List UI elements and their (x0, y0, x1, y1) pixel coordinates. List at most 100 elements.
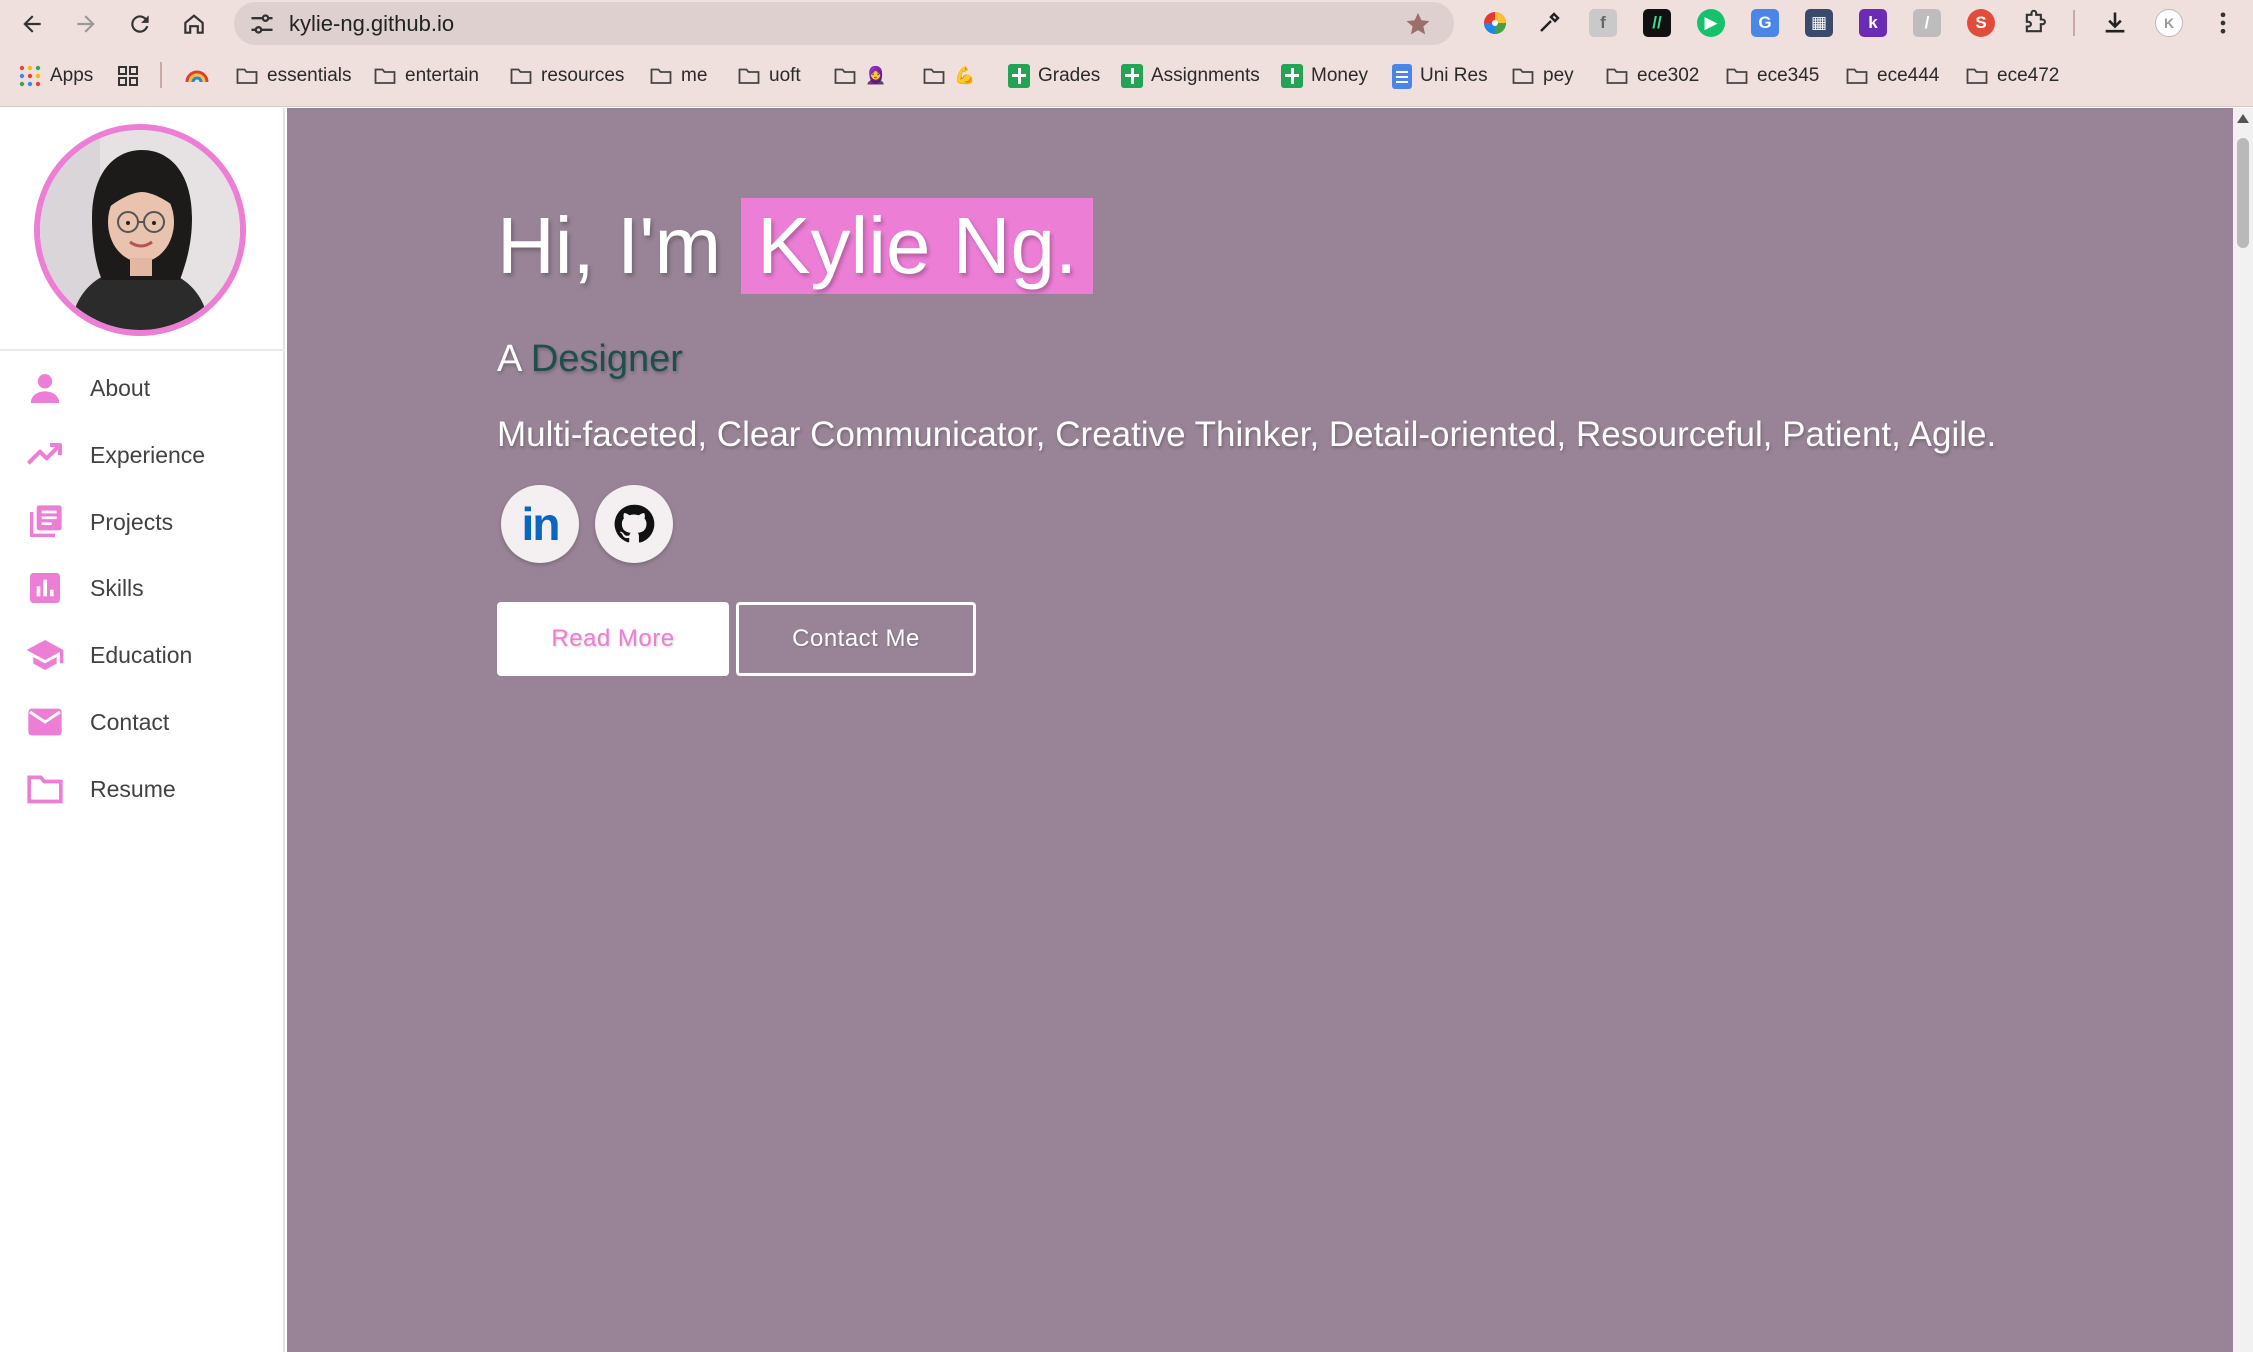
sidebar-item-resume[interactable]: Resume (0, 761, 283, 817)
linkedin-button[interactable]: in (501, 485, 579, 563)
bookmark-folder-ece444[interactable]: ece444 (1845, 61, 1939, 91)
scrollbar[interactable] (2233, 108, 2253, 1352)
menu-kebab-icon[interactable] (2209, 9, 2237, 37)
scroll-up-arrow-icon[interactable] (2237, 114, 2249, 123)
sidebar: About Experience Projects Skills Educati… (0, 108, 285, 1352)
graduation-cap-icon (24, 634, 66, 676)
color-wheel-extension-icon[interactable] (1481, 9, 1509, 37)
sidebar-item-experience[interactable]: Experience (0, 427, 283, 483)
sidebar-item-label: Experience (90, 441, 206, 468)
folder-icon (738, 68, 760, 84)
bookmark-rainbow[interactable] (185, 61, 209, 91)
toolbar-separator (2073, 10, 2075, 36)
bookmark-folder-essentials[interactable]: essentials (235, 61, 352, 91)
site-settings-icon[interactable] (248, 10, 276, 38)
bookmark-label: uoft (769, 65, 801, 86)
folder-icon (24, 768, 66, 810)
apps-grid-icon (19, 65, 41, 87)
bookmark-label: resources (541, 65, 625, 86)
folder-icon (1606, 68, 1628, 84)
profile-avatar-icon[interactable]: K (2155, 9, 2183, 37)
bookmark-separator (160, 62, 162, 88)
reload-icon[interactable] (122, 6, 158, 42)
bookmark-folder-person[interactable]: 🧕 (833, 61, 886, 91)
sidebar-item-label: About (90, 374, 151, 401)
bookmark-label: Apps (50, 65, 94, 86)
bookmark-label: 💪 (954, 66, 976, 85)
bookmark-folder-uoft[interactable]: uoft (737, 61, 801, 91)
folder-icon (236, 68, 258, 84)
rainbow-icon (185, 70, 209, 83)
hero-title: Hi, I'm Kylie Ng. (497, 198, 1094, 294)
bookmark-folder-ece302[interactable]: ece302 (1605, 61, 1699, 91)
bookmark-label: ece472 (1997, 65, 2060, 86)
translate-extension-icon[interactable]: G (1751, 9, 1779, 37)
sidebar-item-education[interactable]: Education (0, 627, 283, 683)
hero-section: Hi, I'm Kylie Ng. A Designer Multi-facet… (287, 108, 2233, 1352)
bookmark-folder-pey[interactable]: pey (1511, 61, 1574, 91)
sidebar-divider (0, 349, 285, 351)
bookmark-tab-groups[interactable] (116, 61, 140, 91)
read-more-button[interactable]: Read More (497, 602, 729, 676)
back-icon[interactable] (14, 6, 50, 42)
sidebar-item-contact[interactable]: Contact (0, 694, 283, 750)
bookmark-label: ece345 (1757, 65, 1820, 86)
folder-icon (834, 68, 856, 84)
folder-icon (650, 68, 672, 84)
sidebar-item-projects[interactable]: Projects (0, 494, 283, 550)
font-extension-icon[interactable]: f (1589, 9, 1617, 37)
bookmark-label: me (681, 65, 708, 86)
sidebar-item-skills[interactable]: Skills (0, 560, 283, 616)
bookmark-money[interactable]: Money (1281, 61, 1368, 91)
folder-icon (1846, 68, 1868, 84)
sidebar-item-label: Education (90, 641, 193, 668)
trending-up-icon (24, 434, 66, 476)
folder-icon (1512, 68, 1534, 84)
bookmark-grades[interactable]: Grades (1008, 61, 1100, 91)
s-extension-icon[interactable]: S (1967, 9, 1995, 37)
bookmark-label: essentials (267, 65, 352, 86)
eyedropper-extension-icon[interactable] (1535, 9, 1563, 37)
hero-subtitle: A Designer (497, 338, 683, 381)
notes-extension-icon[interactable]: / (1913, 9, 1941, 37)
hero-greeting: Hi, I'm (497, 201, 722, 290)
home-icon[interactable] (176, 6, 212, 42)
bookmark-uni-res[interactable]: Uni Res (1392, 61, 1488, 91)
bookmark-folder-ece472[interactable]: ece472 (1965, 61, 2059, 91)
sidebar-item-about[interactable]: About (0, 360, 283, 416)
grammarly-extension-icon[interactable]: ▶ (1697, 9, 1725, 37)
sheets-icon (1008, 64, 1030, 88)
bookmark-label: ece302 (1637, 65, 1700, 86)
bookmark-folder-me[interactable]: me (649, 61, 707, 91)
bookmark-label: Uni Res (1420, 65, 1488, 86)
bookmarks-bar: Apps essentials entertain resources me u… (0, 47, 2253, 107)
hero-role: Designer (530, 338, 683, 380)
scroll-thumb[interactable] (2237, 138, 2249, 248)
bookmark-label: pey (1543, 65, 1574, 86)
bookmark-label: entertain (405, 65, 479, 86)
extensions-puzzle-icon[interactable] (2021, 9, 2049, 37)
k-extension-icon[interactable]: k (1859, 9, 1887, 37)
bookmark-folder-muscle[interactable]: 💪 (922, 61, 975, 91)
bookmark-folder-entertain[interactable]: entertain (373, 61, 479, 91)
github-icon (614, 504, 655, 543)
folder-icon (1966, 68, 1988, 84)
code-extension-icon[interactable]: // (1643, 9, 1671, 37)
calculator-extension-icon[interactable]: ▦ (1805, 9, 1833, 37)
forward-icon[interactable] (68, 6, 104, 42)
address-bar[interactable]: kylie-ng.github.io (234, 2, 1454, 45)
bookmark-apps[interactable]: Apps (18, 61, 93, 91)
bookmark-folder-ece345[interactable]: ece345 (1725, 61, 1819, 91)
hero-article: A (497, 338, 521, 380)
bookmark-star-icon[interactable] (1404, 10, 1432, 38)
download-icon[interactable] (2101, 9, 2129, 37)
bookmark-folder-resources[interactable]: resources (509, 61, 624, 91)
url-text[interactable]: kylie-ng.github.io (289, 2, 454, 45)
folder-icon (510, 68, 532, 84)
tab-groups-icon (118, 66, 138, 86)
contact-me-button[interactable]: Contact Me (736, 602, 976, 676)
sidebar-item-label: Resume (90, 775, 176, 802)
bookmark-assignments[interactable]: Assignments (1121, 61, 1260, 91)
folder-icon (374, 68, 396, 84)
github-button[interactable] (595, 485, 673, 563)
